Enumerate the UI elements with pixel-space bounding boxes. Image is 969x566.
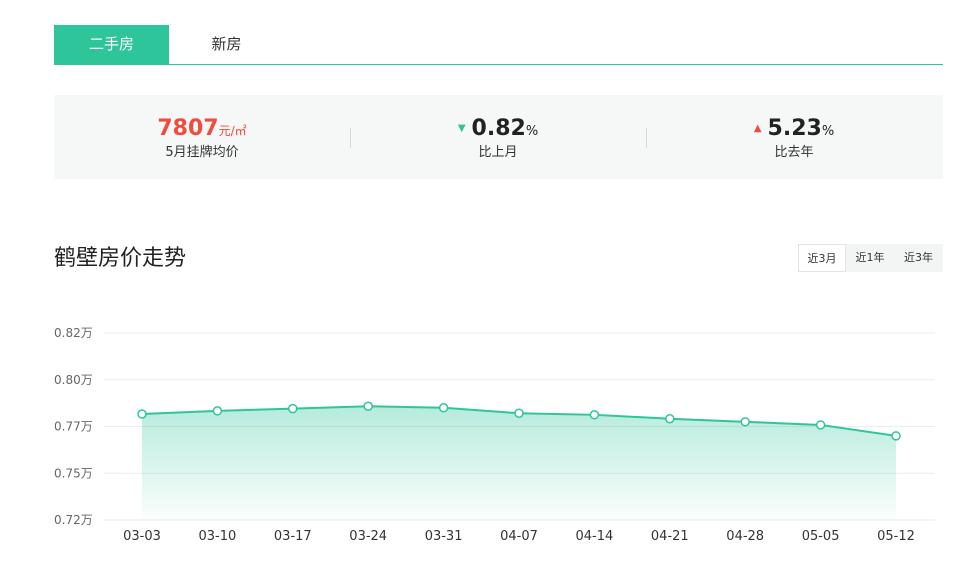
y-tick-label: 0.72万 bbox=[54, 513, 93, 527]
range-1-year-button[interactable]: 近1年 bbox=[846, 244, 894, 272]
data-point[interactable] bbox=[589, 410, 600, 420]
data-point[interactable] bbox=[740, 417, 750, 427]
x-tick-label: 04-14 bbox=[576, 529, 614, 544]
mom-value: 0.82 bbox=[471, 116, 526, 141]
trend-title: 鹤壁房价走势 bbox=[54, 246, 187, 271]
stat-average-price: 7807元/㎡ 5月挂牌均价 bbox=[54, 95, 350, 179]
price-value: 7807 bbox=[157, 116, 219, 141]
y-tick-label: 0.77万 bbox=[54, 420, 93, 434]
stat-year-over-year: ▲ 5.23% 比去年 bbox=[646, 95, 942, 179]
x-tick-label: 04-28 bbox=[726, 529, 764, 544]
stat-month-over-month: ▼ 0.82% 比上月 bbox=[350, 95, 646, 179]
yoy-label: 比去年 bbox=[774, 145, 814, 160]
x-tick-label: 03-24 bbox=[349, 529, 387, 544]
y-tick-label: 0.82万 bbox=[54, 326, 93, 340]
x-tick-label: 03-31 bbox=[425, 529, 463, 544]
range-3-months-button[interactable]: 近3月 bbox=[798, 244, 846, 272]
housing-type-tabs: 二手房 新房 bbox=[54, 25, 943, 65]
data-point[interactable] bbox=[212, 406, 223, 416]
yoy-unit: % bbox=[821, 124, 835, 139]
price-trend-chart: 0.72万 0.75万 0.77万 0.80万 0.82万 03-03 03-10 03-1… bbox=[54, 326, 935, 544]
mom-unit: % bbox=[525, 124, 539, 139]
tab-second-hand[interactable]: 二手房 bbox=[54, 25, 169, 64]
x-tick-label: 03-17 bbox=[274, 529, 312, 544]
data-point[interactable] bbox=[363, 401, 373, 411]
x-tick-label: 03-10 bbox=[199, 529, 237, 544]
data-point[interactable] bbox=[514, 408, 524, 419]
y-tick-label: 0.75万 bbox=[54, 466, 93, 480]
price-value-line: 7807元/㎡ bbox=[54, 115, 350, 143]
yoy-value-line: ▲ 5.23% bbox=[646, 115, 942, 143]
x-tick-label: 03-03 bbox=[123, 529, 161, 544]
x-tick-label: 04-07 bbox=[500, 529, 538, 544]
data-point[interactable] bbox=[891, 431, 901, 441]
x-tick-label: 05-12 bbox=[877, 529, 915, 544]
range-selector: 近3月 近1年 近3年 bbox=[798, 244, 943, 272]
data-point[interactable] bbox=[665, 413, 675, 424]
mom-label: 比上月 bbox=[478, 145, 518, 160]
data-point[interactable] bbox=[288, 403, 298, 414]
tab-new-house[interactable]: 新房 bbox=[169, 25, 284, 64]
yoy-value: 5.23 bbox=[767, 116, 822, 141]
data-point[interactable] bbox=[438, 403, 449, 413]
y-tick-label: 0.80万 bbox=[54, 373, 93, 387]
mom-value-line: ▼ 0.82% bbox=[350, 115, 646, 143]
data-point[interactable] bbox=[815, 420, 826, 430]
stats-panel: 7807元/㎡ 5月挂牌均价 ▼ 0.82% 比上月 ▲ 5.23% 比去年 bbox=[54, 95, 943, 179]
triangle-down-icon: ▼ bbox=[457, 123, 466, 134]
triangle-up-icon: ▲ bbox=[753, 123, 762, 134]
price-unit: 元/㎡ bbox=[218, 124, 247, 138]
page-root: 二手房 新房 7807元/㎡ 5月挂牌均价 ▼ 0.82% 比上月 ▲ 5.23% … bbox=[0, 0, 969, 566]
price-label: 5月挂牌均价 bbox=[165, 145, 239, 160]
x-tick-label: 05-05 bbox=[802, 529, 840, 544]
data-point[interactable] bbox=[137, 409, 147, 419]
range-3-years-button[interactable]: 近3年 bbox=[894, 244, 943, 272]
x-tick-label: 04-21 bbox=[651, 529, 689, 544]
